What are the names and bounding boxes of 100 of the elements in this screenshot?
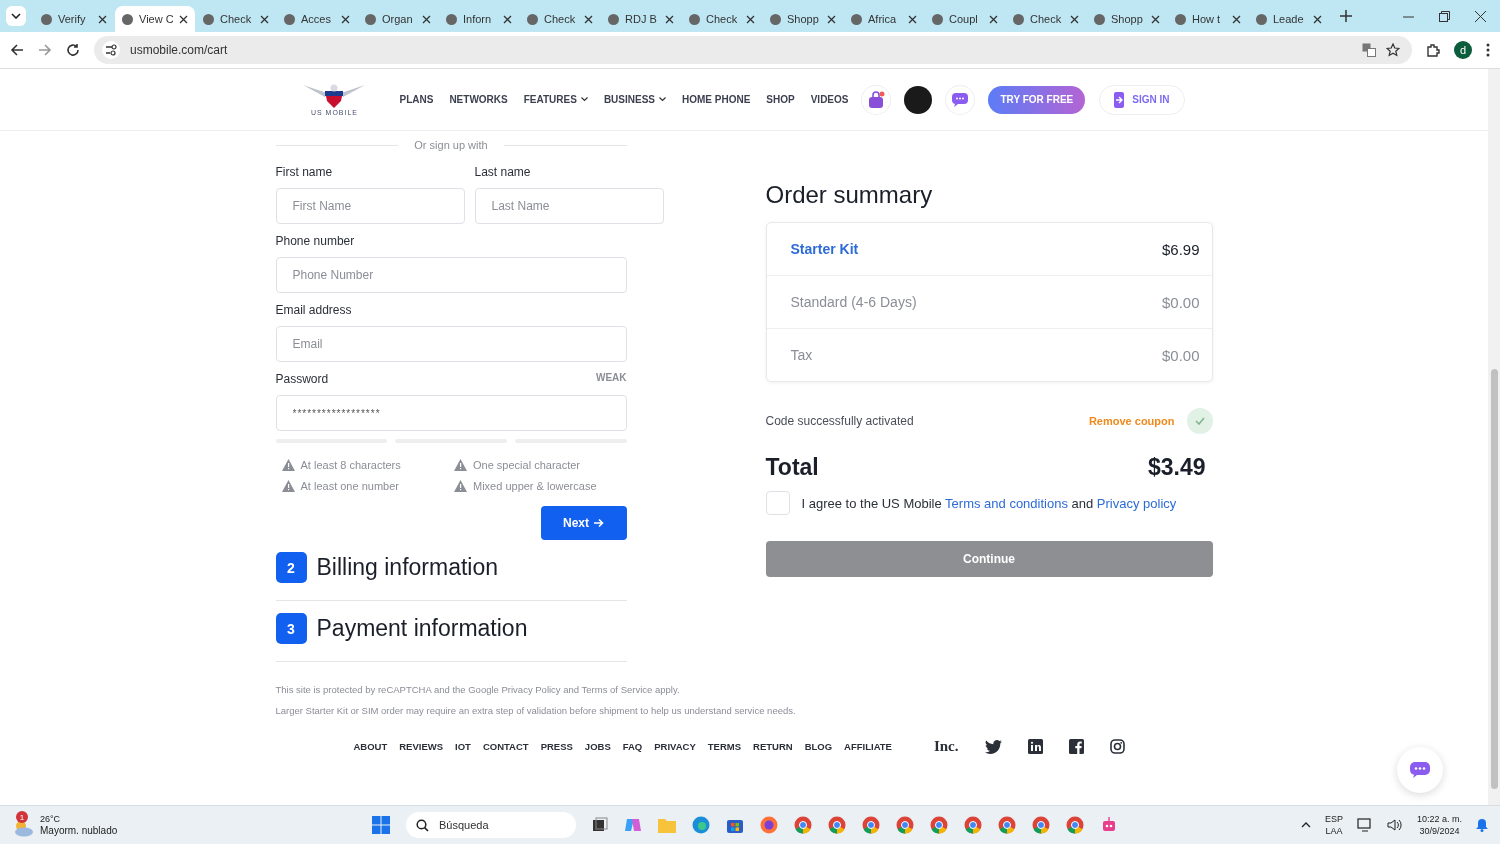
chevron-up-icon[interactable] — [1300, 822, 1311, 828]
nav-link[interactable]: PLANS — [399, 94, 434, 105]
item-name[interactable]: Starter Kit — [790, 241, 859, 257]
browser-tab[interactable]: Leade — [1249, 6, 1329, 32]
facebook-icon[interactable] — [1068, 739, 1084, 754]
section-title[interactable]: Payment information — [316, 615, 528, 642]
close-icon[interactable] — [908, 14, 917, 24]
close-icon[interactable] — [422, 14, 431, 24]
password-field[interactable]: ****************** — [275, 395, 627, 431]
reload-icon[interactable] — [66, 43, 80, 57]
footer-link[interactable]: RETURN — [753, 741, 793, 752]
speaker-icon[interactable] — [1386, 818, 1403, 832]
close-icon[interactable] — [665, 14, 674, 24]
close-icon[interactable] — [1475, 10, 1486, 22]
bell-icon[interactable] — [1476, 818, 1488, 832]
footer-link[interactable]: PRIVACY — [654, 741, 696, 752]
nav-link[interactable]: NETWORKS — [449, 94, 508, 105]
browser-tab[interactable]: Coupl — [925, 6, 1005, 32]
footer-link[interactable]: JOBS — [584, 741, 611, 752]
footer-link[interactable]: PRESS — [540, 741, 573, 752]
nav-link[interactable]: HOME PHONE — [682, 94, 751, 105]
last-name-field[interactable]: Last Name — [474, 188, 664, 224]
browser-tab[interactable]: Shopp — [1087, 6, 1167, 32]
extensions-icon[interactable] — [1426, 43, 1440, 57]
close-icon[interactable] — [179, 14, 188, 24]
chrome-profile-icon[interactable] — [896, 816, 914, 834]
inc-logo[interactable]: Inc. — [933, 738, 959, 755]
footer-link[interactable]: IOT — [455, 741, 471, 752]
try-for-free-button[interactable]: TRY FOR FREE — [988, 85, 1086, 114]
browser-tab[interactable]: How t — [1168, 6, 1248, 32]
email-field[interactable]: Email — [275, 326, 627, 362]
next-button[interactable]: Next — [540, 506, 627, 540]
back-icon[interactable] — [10, 43, 24, 57]
chrome-profile-icon[interactable] — [794, 816, 812, 834]
close-icon[interactable] — [98, 14, 107, 24]
close-icon[interactable] — [827, 14, 836, 24]
star-icon[interactable] — [1386, 43, 1400, 57]
clock-time[interactable]: 10:22 a. m. — [1416, 813, 1462, 825]
browser-tab[interactable]: View C — [115, 6, 195, 32]
section-title[interactable]: Billing information — [316, 554, 499, 581]
chrome-profile-icon[interactable] — [964, 816, 982, 834]
translate-icon[interactable] — [1362, 43, 1376, 57]
footer-link[interactable]: BLOG — [804, 741, 833, 752]
chrome-profile-icon[interactable] — [998, 816, 1016, 834]
browser-tab[interactable]: RDJ B — [601, 6, 681, 32]
browser-tab[interactable]: Check — [682, 6, 762, 32]
footer-link[interactable]: REVIEWS — [399, 741, 444, 752]
first-name-field[interactable]: First Name — [275, 188, 465, 224]
footer-link[interactable]: AFFILIATE — [844, 741, 892, 752]
windows-start-icon[interactable] — [372, 816, 390, 834]
more-menu-icon[interactable] — [1486, 43, 1490, 57]
address-bar[interactable]: usmobile.com/cart — [94, 36, 1412, 64]
new-tab-icon[interactable] — [1340, 10, 1352, 22]
sign-in-button[interactable]: SIGN IN — [1099, 84, 1185, 115]
browser-tab[interactable]: Organ — [358, 6, 438, 32]
profile-avatar[interactable]: d — [1454, 41, 1472, 59]
chrome-profile-icon[interactable] — [862, 816, 880, 834]
footer-link[interactable]: FAQ — [622, 741, 643, 752]
language-code[interactable]: ESP — [1324, 813, 1343, 825]
user-avatar[interactable] — [904, 85, 933, 114]
keyboard-layout[interactable]: LAA — [1325, 825, 1343, 837]
chrome-profile-icon[interactable] — [1066, 816, 1084, 834]
linkedin-icon[interactable] — [1027, 739, 1043, 754]
network-icon[interactable] — [1356, 818, 1373, 832]
close-icon[interactable] — [584, 14, 593, 24]
chrome-profile-icon[interactable] — [828, 816, 846, 834]
browser-icon[interactable] — [692, 816, 710, 834]
close-icon[interactable] — [341, 14, 350, 24]
close-icon[interactable] — [1070, 14, 1079, 24]
cloud-sun-icon[interactable] — [12, 819, 34, 837]
footer-link[interactable]: TERMS — [707, 741, 742, 752]
browser-tab[interactable]: Shopp — [763, 6, 843, 32]
privacy-link[interactable]: Privacy policy — [1096, 495, 1177, 511]
browser-tab[interactable]: Check — [1006, 6, 1086, 32]
nav-link[interactable]: BUSINESS — [603, 94, 666, 105]
footer-link[interactable]: ABOUT — [353, 741, 388, 752]
browser-tab[interactable]: Check — [520, 6, 600, 32]
forward-icon[interactable] — [38, 43, 52, 57]
task-view-icon[interactable] — [592, 817, 608, 833]
browser-tab[interactable]: Acces — [277, 6, 357, 32]
close-icon[interactable] — [746, 14, 755, 24]
chrome-profile-icon[interactable] — [930, 816, 948, 834]
phone-field[interactable]: Phone Number — [275, 257, 627, 293]
browser-tab[interactable]: Check — [196, 6, 276, 32]
footer-link[interactable]: CONTACT — [482, 741, 529, 752]
nav-link[interactable]: VIDEOS — [810, 94, 849, 105]
nav-link[interactable]: SHOP — [766, 94, 795, 105]
chat-button[interactable] — [1397, 747, 1443, 793]
close-icon[interactable] — [260, 14, 269, 24]
bird-icon[interactable] — [984, 739, 1002, 754]
close-icon[interactable] — [1151, 14, 1160, 24]
scrollbar[interactable] — [1488, 69, 1500, 805]
close-icon[interactable] — [503, 14, 512, 24]
robot-icon[interactable] — [1100, 816, 1118, 834]
close-icon[interactable] — [1232, 14, 1241, 24]
close-icon[interactable] — [1313, 14, 1322, 24]
taskbar-search[interactable]: Búsqueda — [406, 812, 576, 838]
close-icon[interactable] — [989, 14, 998, 24]
restore-icon[interactable] — [1439, 10, 1450, 22]
agree-checkbox[interactable] — [765, 491, 790, 515]
